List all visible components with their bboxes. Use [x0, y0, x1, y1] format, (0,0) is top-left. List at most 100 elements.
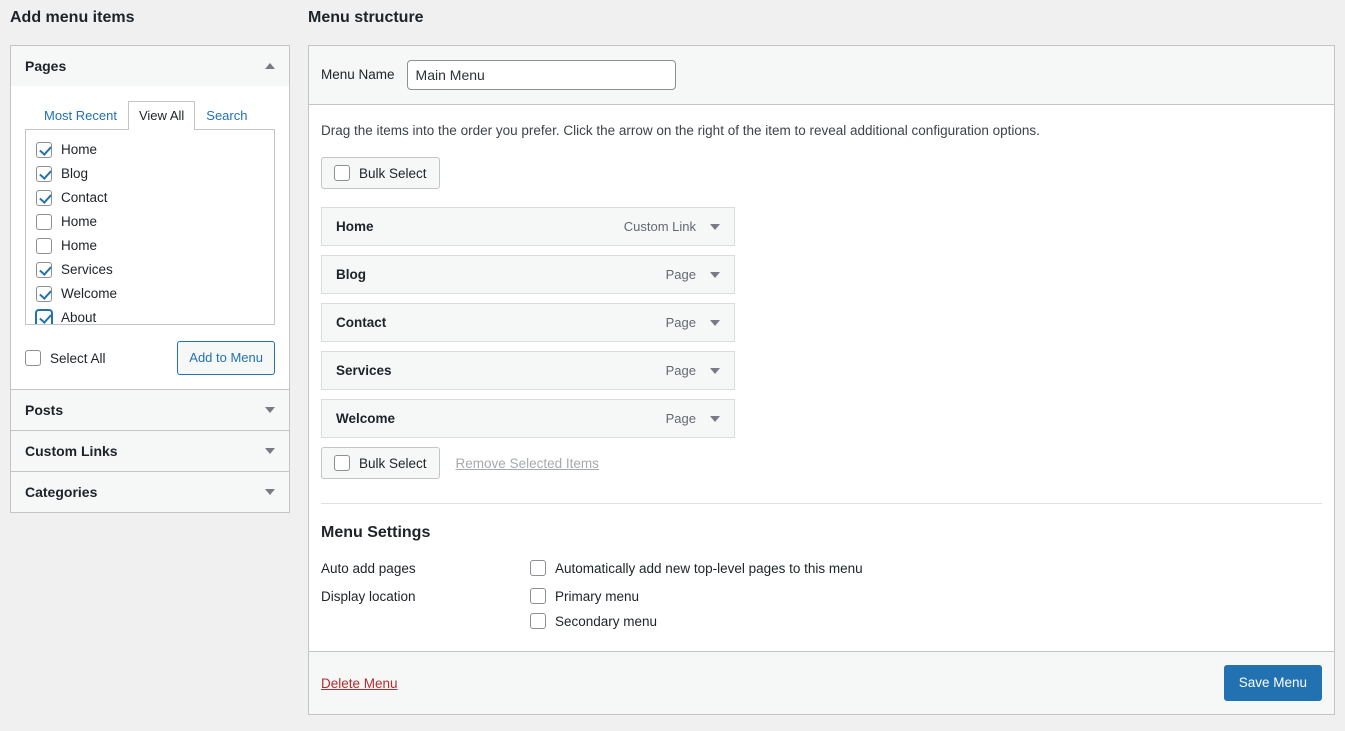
bulk-select-bottom-checkbox[interactable] — [334, 455, 350, 472]
menu-name-input[interactable] — [406, 59, 676, 90]
menu-item-type: Page — [665, 411, 696, 427]
drag-hint-text: Drag the items into the order you prefer… — [321, 122, 1040, 138]
display-location-label: Display location — [321, 589, 416, 605]
list-item[interactable]: Blog — [36, 162, 264, 186]
tab-most-recent[interactable]: Most Recent — [33, 101, 128, 130]
settings-divider — [321, 503, 1322, 505]
bulk-select-top-button[interactable]: Bulk Select — [321, 157, 440, 190]
accordion-panel-posts: Posts — [11, 390, 289, 432]
accordion-panel-custom-links: Custom Links — [11, 431, 289, 473]
bulk-select-bottom-label: Bulk Select — [359, 455, 427, 471]
caret-down-icon[interactable] — [265, 448, 275, 455]
menu-name-label: Menu Name — [321, 67, 395, 83]
accordion-title-custom-links: Custom Links — [25, 443, 118, 460]
menu-item-title: Contact — [336, 315, 387, 331]
caret-down-icon[interactable] — [265, 489, 275, 496]
menu-item-type: Page — [665, 363, 696, 379]
page-checkbox-contact[interactable] — [36, 189, 52, 206]
delete-menu-link[interactable]: Delete Menu — [321, 676, 398, 691]
page-label: Blog — [61, 166, 89, 182]
tab-search[interactable]: Search — [195, 101, 258, 130]
page-checkbox-home-2[interactable] — [36, 213, 52, 230]
list-item[interactable]: Services — [36, 258, 264, 282]
page-checkbox-about[interactable] — [36, 309, 52, 324]
auto-add-checkbox[interactable] — [530, 560, 546, 577]
bulk-select-top-checkbox[interactable] — [334, 165, 350, 182]
remove-selected-items-link[interactable]: Remove Selected Items — [456, 456, 599, 471]
page-label: Home — [61, 214, 98, 230]
page-label: Home — [61, 238, 98, 254]
accordion-panel-pages: Pages Most Recent View All Search Home B… — [11, 45, 289, 391]
list-item[interactable]: Home — [36, 210, 264, 234]
page-checkbox-blog[interactable] — [36, 165, 52, 182]
page-checkbox-home-3[interactable] — [36, 237, 52, 254]
secondary-menu-checkbox[interactable] — [530, 613, 546, 630]
save-menu-button[interactable]: Save Menu — [1223, 665, 1322, 702]
caret-up-icon[interactable] — [265, 62, 275, 69]
menu-item-title: Services — [336, 363, 392, 379]
auto-add-option[interactable]: Automatically add new top-level pages to… — [530, 560, 863, 577]
page-checkbox-welcome[interactable] — [36, 285, 52, 302]
accordion-header-custom-links[interactable]: Custom Links — [11, 431, 289, 472]
list-item[interactable]: Home — [36, 138, 264, 162]
bulk-actions-row: Bulk Select Remove Selected Items — [321, 447, 1322, 480]
add-menu-items-column: Add menu items Pages Most Recent View Al… — [10, 8, 290, 514]
list-item[interactable]: Contact — [36, 186, 264, 210]
primary-menu-label: Primary menu — [555, 588, 640, 604]
accordion-title-categories: Categories — [25, 484, 98, 501]
pages-list-footer: Select All Add to Menu — [25, 340, 275, 376]
menu-item-home[interactable]: Home Custom Link — [321, 207, 735, 247]
page-checkbox-home-1[interactable] — [36, 141, 52, 158]
select-all-control[interactable]: Select All — [25, 350, 106, 367]
secondary-menu-label: Secondary menu — [555, 613, 658, 629]
caret-down-icon[interactable] — [710, 271, 720, 278]
menu-item-welcome[interactable]: Welcome Page — [321, 399, 735, 439]
caret-down-icon[interactable] — [265, 407, 275, 414]
location-option-secondary[interactable]: Secondary menu — [530, 613, 658, 630]
menu-item-type: Custom Link — [623, 219, 696, 235]
accordion-header-pages[interactable]: Pages — [11, 45, 289, 86]
auto-add-option-label: Automatically add new top-level pages to… — [555, 560, 863, 576]
menus-admin-screen: Add menu items Pages Most Recent View Al… — [0, 0, 1345, 731]
select-all-checkbox[interactable] — [25, 350, 41, 367]
pages-panel-body: Most Recent View All Search Home Blog Co… — [11, 85, 289, 390]
display-location-options: Primary menu Secondary menu — [530, 588, 658, 630]
menu-item-blog[interactable]: Blog Page — [321, 255, 735, 295]
page-label: Home — [61, 142, 98, 158]
menu-item-meta: Page — [666, 267, 720, 282]
list-item[interactable]: Welcome — [36, 282, 264, 306]
auto-add-pages-label: Auto add pages — [321, 561, 416, 577]
page-label: Welcome — [61, 286, 118, 302]
menu-item-type: Page — [665, 267, 696, 283]
pages-tabs: Most Recent View All Search — [33, 100, 275, 130]
menu-item-services[interactable]: Services Page — [321, 351, 735, 391]
tab-view-all[interactable]: View All — [127, 100, 196, 130]
menu-footer: Delete Menu Save Menu — [309, 651, 1334, 715]
caret-down-icon[interactable] — [710, 367, 720, 374]
menu-name-row: Menu Name — [309, 45, 1334, 105]
auto-add-options: Automatically add new top-level pages to… — [530, 560, 863, 577]
caret-down-icon[interactable] — [710, 319, 720, 326]
menu-item-meta: Page — [666, 363, 720, 378]
page-label: About — [61, 310, 97, 325]
menu-item-contact[interactable]: Contact Page — [321, 303, 735, 343]
list-item[interactable]: Home — [36, 234, 264, 258]
add-items-accordion: Pages Most Recent View All Search Home B… — [10, 44, 290, 514]
primary-menu-checkbox[interactable] — [530, 588, 546, 605]
page-checkbox-services[interactable] — [36, 261, 52, 278]
page-label: Contact — [61, 190, 108, 206]
menu-item-meta: Custom Link — [624, 219, 720, 234]
menu-structure-column: Menu structure Menu Name Drag the items … — [308, 8, 1335, 716]
bulk-select-bottom-button[interactable]: Bulk Select — [321, 447, 440, 480]
list-item[interactable]: About — [36, 306, 264, 325]
caret-down-icon[interactable] — [710, 415, 720, 422]
menu-structure-heading: Menu structure — [308, 9, 424, 26]
menu-item-title: Blog — [336, 267, 366, 283]
caret-down-icon[interactable] — [710, 223, 720, 230]
location-option-primary[interactable]: Primary menu — [530, 588, 657, 605]
accordion-header-categories[interactable]: Categories — [11, 472, 289, 513]
add-to-menu-button[interactable]: Add to Menu — [177, 340, 275, 376]
setting-row-display-location: Display location Primary menu Secondary … — [321, 588, 1322, 630]
accordion-header-posts[interactable]: Posts — [11, 390, 289, 431]
menu-item-title: Welcome — [336, 411, 396, 427]
